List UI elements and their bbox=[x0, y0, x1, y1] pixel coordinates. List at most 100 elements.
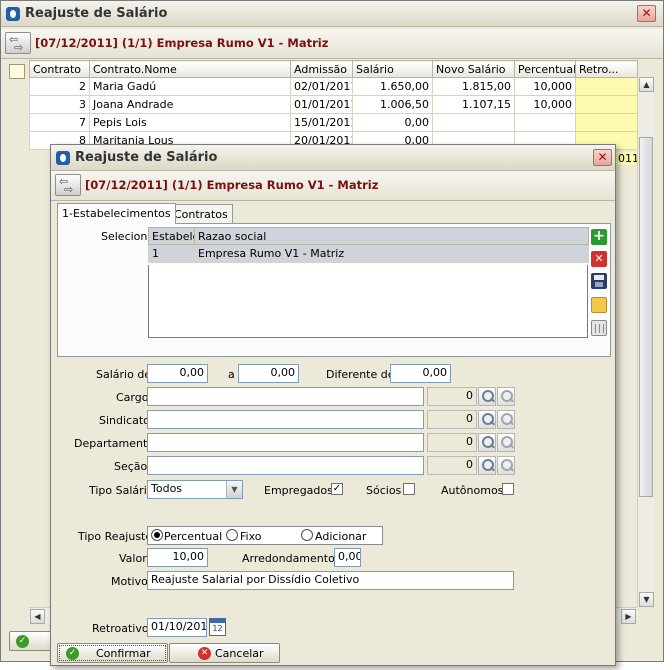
col-novo-salario[interactable]: Novo Salário bbox=[432, 60, 515, 78]
a-label: a bbox=[228, 368, 235, 381]
secao-input[interactable] bbox=[147, 456, 424, 475]
departamento-clear-search-icon[interactable] bbox=[497, 433, 515, 452]
tipo-salario-value: Todos bbox=[151, 482, 183, 495]
fixo-option-label[interactable]: Fixo bbox=[240, 530, 261, 543]
tab-estabelecimentos[interactable]: 1-Estabelecimentos bbox=[57, 203, 176, 224]
secao-search-icon[interactable] bbox=[478, 456, 496, 475]
dialog-close-button[interactable]: ✕ bbox=[593, 149, 612, 166]
col-nome[interactable]: Contrato.Nome bbox=[89, 60, 291, 78]
table-row[interactable]: 7 Pepis Lois 15/01/2011 0,00 bbox=[29, 113, 638, 132]
motivo-input[interactable]: Reajuste Salarial por Dissídio Coletivo bbox=[147, 571, 514, 590]
col-percentual[interactable]: Percentual bbox=[514, 60, 576, 78]
autonomos-label: Autônomos bbox=[441, 484, 504, 497]
add-icon[interactable]: + bbox=[591, 229, 607, 245]
col-retro[interactable]: Retro... bbox=[575, 60, 638, 78]
back-close-button[interactable]: ✕ bbox=[637, 5, 656, 22]
diferente-de-input[interactable]: 0,00 bbox=[390, 364, 451, 383]
col-estabelec[interactable]: Estabelec bbox=[148, 227, 195, 245]
percentual-radio[interactable] bbox=[151, 529, 163, 541]
cell-retro bbox=[575, 77, 638, 96]
socios-checkbox[interactable] bbox=[403, 483, 415, 495]
tipo-salario-label: Tipo Salário bbox=[89, 484, 154, 497]
adicionar-radio[interactable] bbox=[301, 529, 313, 541]
table-row[interactable]: 2 Maria Gadú 02/01/2011 1.650,00 1.815,0… bbox=[29, 77, 638, 96]
secao-code-input[interactable]: 0 bbox=[427, 456, 477, 475]
back-vertical-scrollbar[interactable]: ▲ ▼ bbox=[637, 77, 654, 607]
scroll-thumb[interactable] bbox=[639, 137, 653, 497]
swap-arrows-icon[interactable]: ⇦ ⇨ bbox=[5, 32, 31, 54]
confirmar-label: Confirmar bbox=[96, 647, 151, 660]
calendar-icon[interactable]: 12 bbox=[209, 618, 226, 636]
cell-razao: Empresa Rumo V1 - Matriz bbox=[194, 244, 589, 263]
dialog-title: Reajuste de Salário bbox=[75, 150, 218, 165]
col-contrato[interactable]: Contrato bbox=[29, 60, 90, 78]
cargo-search-icon[interactable] bbox=[478, 387, 496, 406]
cargo-input[interactable] bbox=[147, 387, 424, 406]
cell-contrato: 7 bbox=[29, 113, 90, 132]
save-icon[interactable] bbox=[591, 273, 607, 289]
cargo-label: Cargo bbox=[116, 391, 149, 404]
cell-nome: Maria Gadú bbox=[89, 77, 291, 96]
scroll-left-button[interactable]: ◀ bbox=[30, 609, 45, 624]
tipo-salario-select[interactable]: Todos ▼ bbox=[147, 480, 243, 499]
cell-nome: Pepis Lois bbox=[89, 113, 291, 132]
cell-salario: 1.006,50 bbox=[352, 95, 433, 114]
salario-de-input[interactable]: 0,00 bbox=[147, 364, 208, 383]
cell-percentual: 10,000 bbox=[514, 95, 576, 114]
percentual-option-label[interactable]: Percentual bbox=[164, 530, 222, 543]
scroll-up-button[interactable]: ▲ bbox=[639, 77, 654, 92]
cell-novo bbox=[432, 113, 515, 132]
confirmar-button[interactable]: ✓ Confirmar bbox=[57, 643, 168, 663]
valor-input[interactable]: 10,00 bbox=[147, 548, 208, 567]
edit-note-icon[interactable] bbox=[9, 64, 25, 79]
retroativo-input[interactable]: 01/10/2011 bbox=[147, 618, 207, 637]
table-row[interactable]: 1 Empresa Rumo V1 - Matriz bbox=[148, 244, 589, 263]
cargo-code-input[interactable]: 0 bbox=[427, 387, 477, 406]
cell-admissao: 02/01/2011 bbox=[290, 77, 353, 96]
col-admissao[interactable]: Admissão bbox=[290, 60, 353, 78]
back-title-bar: Reajuste de Salário ✕ bbox=[1, 1, 663, 27]
trash-icon[interactable] bbox=[591, 320, 607, 336]
scroll-right-button[interactable]: ▶ bbox=[621, 609, 636, 624]
empregados-label: Empregados bbox=[264, 484, 333, 497]
cell-contrato: 2 bbox=[29, 77, 90, 96]
empregados-checkbox[interactable]: ✓ bbox=[331, 483, 343, 495]
secao-clear-search-icon[interactable] bbox=[497, 456, 515, 475]
departamento-input[interactable] bbox=[147, 433, 424, 452]
back-confirm-button-partial[interactable]: ✓ bbox=[9, 631, 55, 651]
cancelar-button[interactable]: ✕ Cancelar bbox=[169, 643, 280, 663]
cell-novo: 1.107,15 bbox=[432, 95, 515, 114]
delete-icon[interactable]: ✕ bbox=[591, 251, 607, 267]
departamento-code-input[interactable]: 0 bbox=[427, 433, 477, 452]
secao-label: Seção bbox=[114, 460, 148, 473]
cell-salario: 1.650,00 bbox=[352, 77, 433, 96]
salario-ate-input[interactable]: 0,00 bbox=[238, 364, 299, 383]
fixo-radio[interactable] bbox=[226, 529, 238, 541]
table-row[interactable]: 3 Joana Andrade 01/01/2011 1.006,50 1.10… bbox=[29, 95, 638, 114]
dialog-title-bar: Reajuste de Salário ✕ bbox=[51, 145, 615, 171]
sindicato-search-icon[interactable] bbox=[478, 410, 496, 429]
col-razao-social[interactable]: Razao social bbox=[194, 227, 589, 245]
cancelar-label: Cancelar bbox=[215, 647, 264, 660]
cell-novo: 1.815,00 bbox=[432, 77, 515, 96]
arredondamento-label: Arredondamento bbox=[242, 552, 335, 565]
motivo-label: Motivo bbox=[111, 575, 148, 588]
arredondamento-input[interactable]: 0,00 bbox=[334, 548, 361, 567]
cargo-clear-search-icon[interactable] bbox=[497, 387, 515, 406]
sindicato-clear-search-icon[interactable] bbox=[497, 410, 515, 429]
socios-label: Sócios bbox=[366, 484, 402, 497]
chevron-down-icon[interactable]: ▼ bbox=[226, 481, 242, 498]
contracts-grid: Contrato Contrato.Nome Admissão Salário … bbox=[29, 60, 638, 150]
scroll-down-button[interactable]: ▼ bbox=[639, 592, 654, 607]
adicionar-option-label[interactable]: Adicionar bbox=[315, 530, 366, 543]
sindicato-code-input[interactable]: 0 bbox=[427, 410, 477, 429]
autonomos-checkbox[interactable] bbox=[502, 483, 514, 495]
swap-arrows-icon[interactable]: ⇦ ⇨ bbox=[55, 174, 81, 196]
diferente-de-label: Diferente de bbox=[326, 368, 395, 381]
folder-icon[interactable] bbox=[591, 297, 607, 313]
col-salario[interactable]: Salário bbox=[352, 60, 433, 78]
departamento-search-icon[interactable] bbox=[478, 433, 496, 452]
app-icon bbox=[6, 7, 20, 21]
estab-grid-body bbox=[148, 265, 588, 338]
sindicato-input[interactable] bbox=[147, 410, 424, 429]
